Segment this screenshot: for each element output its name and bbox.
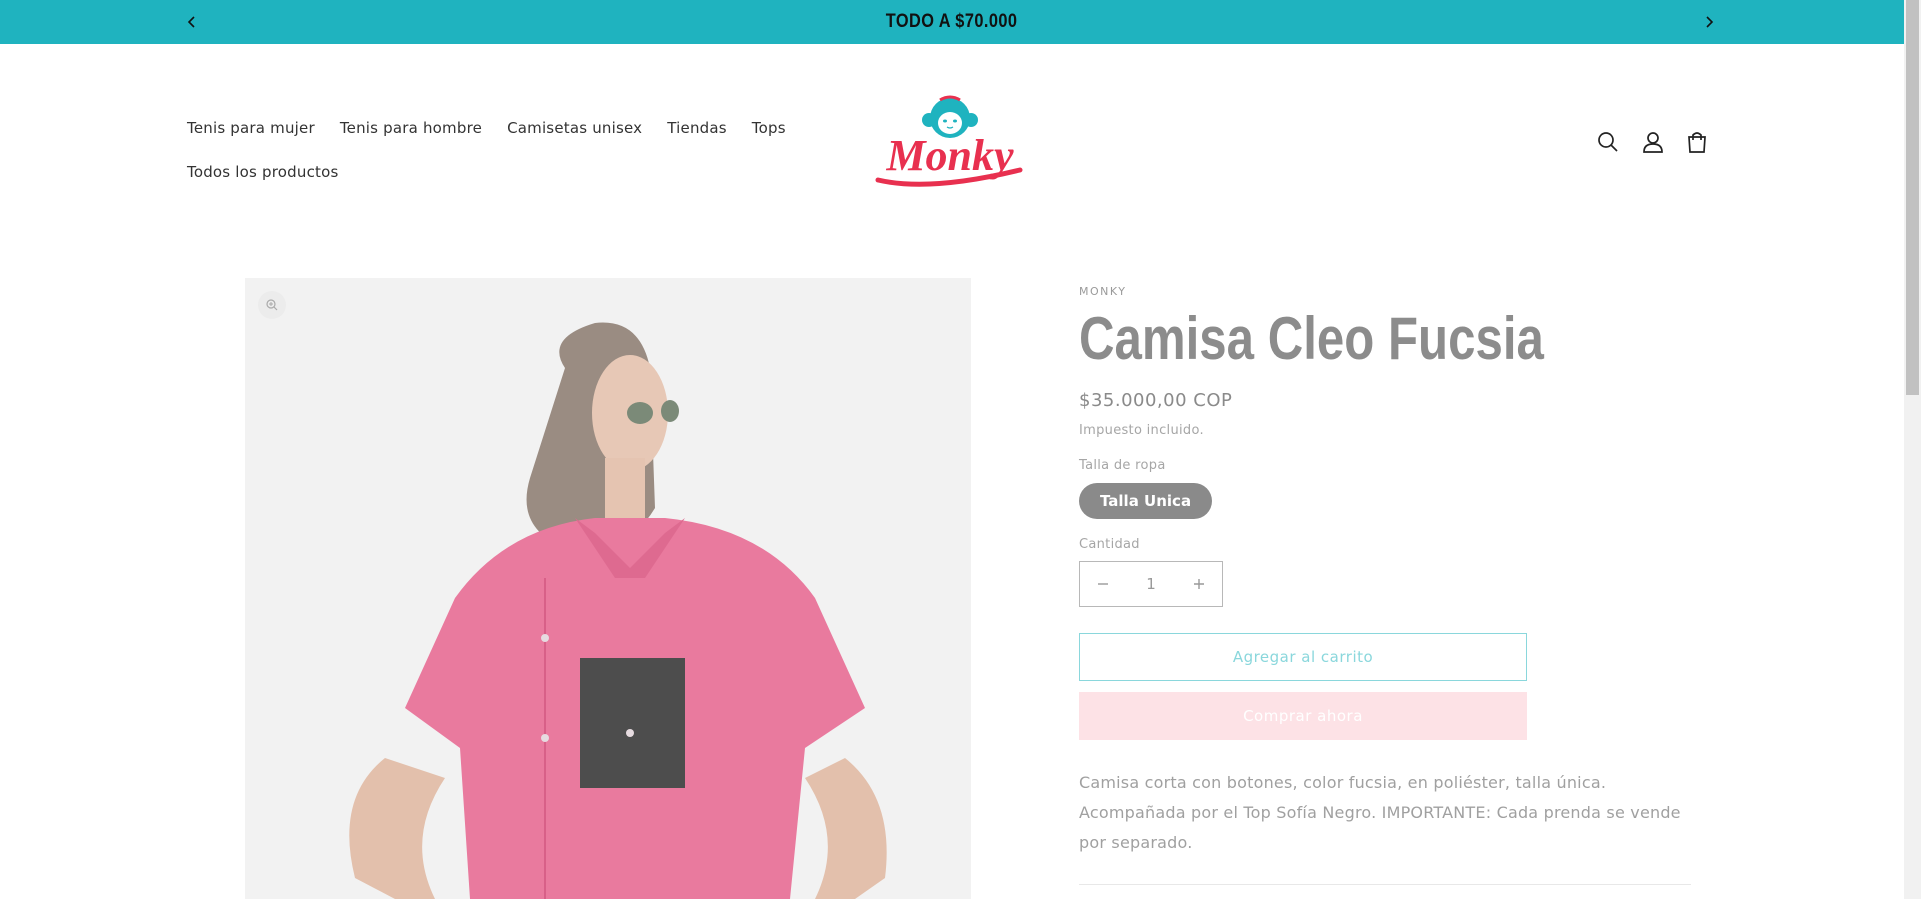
scrollbar-thumb[interactable] (1906, 0, 1919, 395)
page-scrollbar[interactable] (1904, 0, 1921, 899)
buy-now-button[interactable]: Comprar ahora (1079, 692, 1527, 740)
chevron-left-icon[interactable] (180, 10, 204, 34)
tax-note: Impuesto incluido. (1079, 423, 1204, 438)
chevron-right-icon[interactable] (1697, 10, 1721, 34)
product-image[interactable] (245, 278, 971, 899)
product-info: MONKY Camisa Cleo Fucsia $35.000,00 COP … (1079, 285, 1694, 885)
nav-item-tops[interactable]: Tops (752, 119, 786, 137)
add-to-cart-button[interactable]: Agregar al carrito (1079, 633, 1527, 681)
model-photo (349, 322, 887, 899)
product-price: $35.000,00 COP (1079, 390, 1233, 411)
nav-item-tiendas[interactable]: Tiendas (667, 119, 727, 137)
nav-row: Tenis para mujer Tenis para hombre Camis… (187, 106, 787, 150)
nav-item-camisetas-unisex[interactable]: Camisetas unisex (507, 119, 642, 137)
size-option-talla-unica[interactable]: Talla Unica (1079, 483, 1213, 519)
description-line: Acompañada por el Top Sofía Negro. IMPOR… (1079, 803, 1681, 822)
plus-icon[interactable] (1176, 562, 1222, 606)
main-nav: Tenis para mujer Tenis para hombre Camis… (187, 106, 787, 194)
description-line: Camisa corta con botones, color fucsia, … (1079, 773, 1607, 792)
divider (1079, 884, 1691, 885)
nav-item-tenis-mujer[interactable]: Tenis para mujer (187, 119, 315, 137)
monky-logo[interactable]: Monky (870, 92, 1030, 194)
nav-item-tenis-hombre[interactable]: Tenis para hombre (340, 119, 482, 137)
description-line: por separado. (1079, 833, 1193, 852)
cart-icon[interactable] (1683, 128, 1711, 156)
announcement-bar: TODO A $70.000 (0, 0, 1904, 44)
quantity-stepper (1079, 561, 1223, 607)
product-description: Camisa corta con botones, color fucsia, … (1079, 768, 1694, 858)
search-icon[interactable] (1594, 128, 1622, 156)
minus-icon[interactable] (1080, 562, 1126, 606)
nav-item-todos-productos[interactable]: Todos los productos (187, 163, 339, 181)
announcement-text: TODO A $70.000 (886, 11, 1018, 32)
product-title: Camisa Cleo Fucsia (1079, 305, 1544, 372)
quantity-label: Cantidad (1079, 537, 1140, 552)
product-vendor: MONKY (1079, 285, 1127, 298)
quantity-input[interactable] (1129, 574, 1173, 594)
logo-wordmark: Monky (885, 131, 1014, 180)
nav-row: Todos los productos (187, 150, 787, 194)
size-label: Talla de ropa (1079, 458, 1166, 473)
account-icon[interactable] (1639, 128, 1667, 156)
page: TODO A $70.000 Tenis para mujer Tenis pa… (0, 0, 1904, 899)
